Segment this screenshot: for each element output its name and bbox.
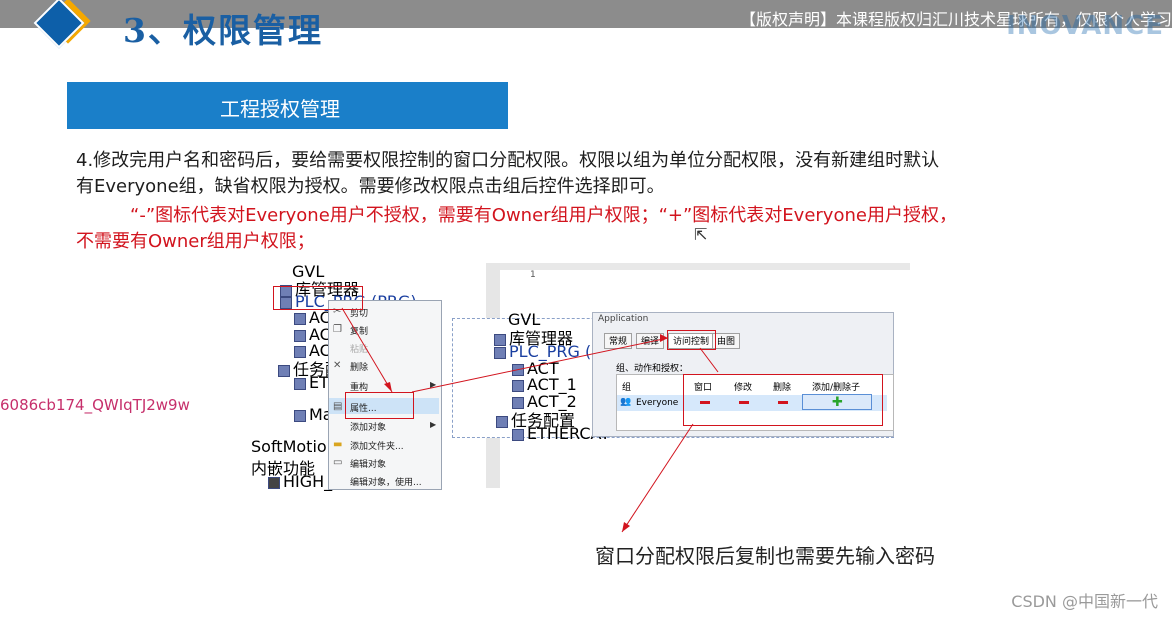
caption: 窗口分配权限后复制也需要先输入密码 — [595, 544, 935, 568]
annotation-arrows — [341, 307, 719, 533]
csdn-watermark: CSDN @中国新一代 — [1011, 592, 1158, 611]
